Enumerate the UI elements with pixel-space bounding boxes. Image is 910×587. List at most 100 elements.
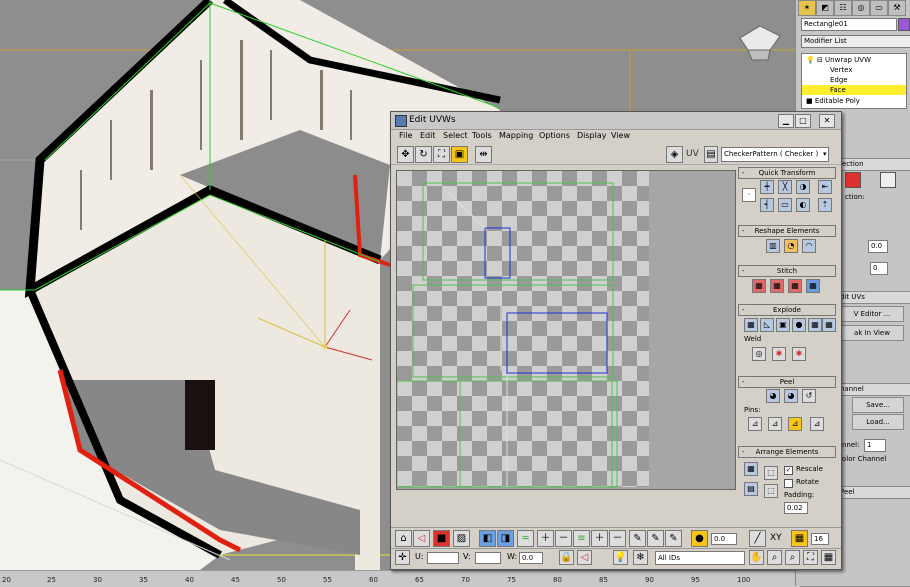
lock-icon[interactable]: 🔒 <box>559 550 574 565</box>
align-icon[interactable]: ┿ <box>760 180 774 194</box>
ring-select-icon[interactable]: ≡ <box>573 530 590 547</box>
modifier-stack[interactable]: 💡 ⊟ Unwrap UVW Vertex Edge Face ■ Editab… <box>801 53 907 109</box>
rescale-checkbox[interactable]: ✓ <box>784 466 793 475</box>
object-color-swatch[interactable] <box>898 18 910 31</box>
explode-6-icon[interactable]: ▦ <box>822 318 836 332</box>
u-field[interactable] <box>427 552 459 564</box>
face-mode-icon[interactable]: ■ <box>433 530 450 547</box>
shrink-select-icon[interactable]: ◨ <box>497 530 514 547</box>
stack-item-face[interactable]: Face <box>802 85 906 95</box>
quick-peel-icon[interactable]: ◕ <box>766 389 780 403</box>
explode-2-icon[interactable]: ◺ <box>760 318 774 332</box>
element-select-icon[interactable] <box>880 172 896 188</box>
paint-plus-icon[interactable]: ✎ <box>647 530 664 547</box>
scale-icon[interactable]: ⛶ <box>433 146 450 163</box>
rescale-icon[interactable]: ⬚ <box>764 466 778 480</box>
zoom-region-icon[interactable]: ⌕ <box>785 550 800 565</box>
peel-mode-icon[interactable]: ◕ <box>784 389 798 403</box>
unpin-icon[interactable]: ⊿ <box>768 417 782 431</box>
hide-icon[interactable]: ◁ <box>577 550 592 565</box>
xy-label[interactable]: XY <box>770 533 782 543</box>
display-tab-icon[interactable]: ▭ <box>870 0 888 16</box>
stack-item-editable-poly[interactable]: ■ Editable Poly <box>806 96 860 106</box>
peel-rollout-header[interactable]: Peel <box>837 486 910 499</box>
pan-icon[interactable]: ✋ <box>749 550 764 565</box>
weld-selected-icon[interactable]: ✱ <box>772 347 786 361</box>
color-channel-radio[interactable]: olor Channel <box>842 455 886 463</box>
rotate-checkbox[interactable] <box>784 479 793 488</box>
reset-peel-icon[interactable]: ↺ <box>802 389 816 403</box>
modifier-list-dropdown[interactable]: Modifier List <box>801 35 910 48</box>
align-h-icon[interactable]: ▭ <box>778 198 792 212</box>
open-uv-editor-button[interactable]: V Editor ... <box>840 306 904 322</box>
rotate-arrange-icon[interactable]: ⬚ <box>764 484 778 498</box>
padding-field[interactable]: 0.02 <box>784 502 808 514</box>
space-h-icon[interactable]: ⇤ <box>818 180 832 194</box>
selection-rollout-header[interactable]: lection <box>837 158 910 171</box>
grid-icon[interactable]: ▦ <box>821 550 836 565</box>
paint-minus-icon[interactable]: ✎ <box>665 530 682 547</box>
select-element-icon[interactable]: ▨ <box>453 530 470 547</box>
space-v-icon[interactable]: ⇡ <box>818 198 832 212</box>
dropdown-arrow-icon[interactable]: ▾ <box>823 150 827 158</box>
dialog-titlebar[interactable]: Edit UVWs ▁ □ ✕ <box>391 112 841 130</box>
freeze-icon[interactable]: 💡 <box>613 550 628 565</box>
grid-snap-icon[interactable]: ▦ <box>791 530 808 547</box>
plus-icon[interactable]: ＋ <box>537 530 554 547</box>
explode-4-icon[interactable]: ● <box>792 318 806 332</box>
weld-target-icon[interactable]: ◎ <box>752 347 766 361</box>
grid-field[interactable]: 16 <box>811 533 829 545</box>
minus-icon[interactable]: － <box>555 530 572 547</box>
object-name-field[interactable]: Rectangle01 <box>801 18 897 31</box>
tweak-in-view-button[interactable]: ak In View <box>840 325 904 341</box>
hierarchy-tab-icon[interactable]: ☷ <box>834 0 852 16</box>
weld-threshold-icon[interactable]: ✱ <box>792 347 806 361</box>
stitch-header[interactable]: - Stitch <box>738 265 836 277</box>
create-tab-icon[interactable]: ✶ <box>798 0 816 16</box>
load-button[interactable]: Load... <box>852 414 904 430</box>
loop-select-icon[interactable]: ═ <box>517 530 534 547</box>
display-map-icon[interactable]: ▤ <box>704 146 718 163</box>
channel-rollout-header[interactable]: hannel <box>837 383 910 396</box>
freeform-icon[interactable]: ▣ <box>451 146 468 163</box>
menu-view[interactable]: View <box>611 131 630 140</box>
straighten-icon[interactable]: ╳ <box>778 180 792 194</box>
soft-select-icon[interactable]: ⌂ <box>395 530 412 547</box>
menu-display[interactable]: Display <box>577 131 607 140</box>
menu-file[interactable]: File <box>399 131 412 140</box>
reshape-header[interactable]: - Reshape Elements <box>738 225 836 237</box>
paint-select-icon[interactable]: ◁ <box>413 530 430 547</box>
explode-3-icon[interactable]: ▣ <box>776 318 790 332</box>
maximize-icon[interactable]: □ <box>795 114 811 128</box>
auto-pin-icon[interactable]: ⊿ <box>788 417 802 431</box>
paint-brush-icon[interactable]: ✎ <box>629 530 646 547</box>
v-field[interactable] <box>475 552 501 564</box>
menu-edit[interactable]: Edit <box>420 131 436 140</box>
modify-tab-icon[interactable]: ◩ <box>816 0 834 16</box>
mirror-icon[interactable]: ⇹ <box>475 146 492 163</box>
spinner-1[interactable]: 0.0 <box>868 240 888 253</box>
grow-select-icon[interactable]: ◧ <box>479 530 496 547</box>
stack-item-edge[interactable]: Edge <box>830 75 848 85</box>
menu-tools[interactable]: Tools <box>472 131 492 140</box>
explode-header[interactable]: - Explode <box>738 304 836 316</box>
channel-number-field[interactable]: 1 <box>864 439 886 452</box>
minus-icon-2[interactable]: － <box>609 530 626 547</box>
explode-5-icon[interactable]: ▦ <box>808 318 822 332</box>
move-icon[interactable]: ✥ <box>397 146 414 163</box>
rotate-icon[interactable]: ↻ <box>415 146 432 163</box>
pack-normalize-icon[interactable]: ▦ <box>744 462 758 476</box>
pack-custom-icon[interactable]: ▤ <box>744 482 758 496</box>
quick-transform-header[interactable]: - Quick Transform <box>738 167 836 179</box>
menu-options[interactable]: Options <box>539 131 570 140</box>
stitch-4-icon[interactable]: ▦ <box>806 279 820 293</box>
reshape-straighten-icon[interactable]: ▥ <box>766 239 780 253</box>
rotate-90-icon[interactable]: ◑ <box>796 180 810 194</box>
zoom-icon[interactable]: ⌕ <box>767 550 782 565</box>
menu-select[interactable]: Select <box>443 131 468 140</box>
stack-item-unwrap[interactable]: 💡 ⊟ Unwrap UVW <box>806 55 871 65</box>
angle-field[interactable]: 0.0 <box>711 533 737 545</box>
edit-uvs-rollout-header[interactable]: dit UVs <box>837 291 910 304</box>
save-button[interactable]: Save... <box>852 397 904 413</box>
align-v-icon[interactable]: ┥ <box>760 198 774 212</box>
